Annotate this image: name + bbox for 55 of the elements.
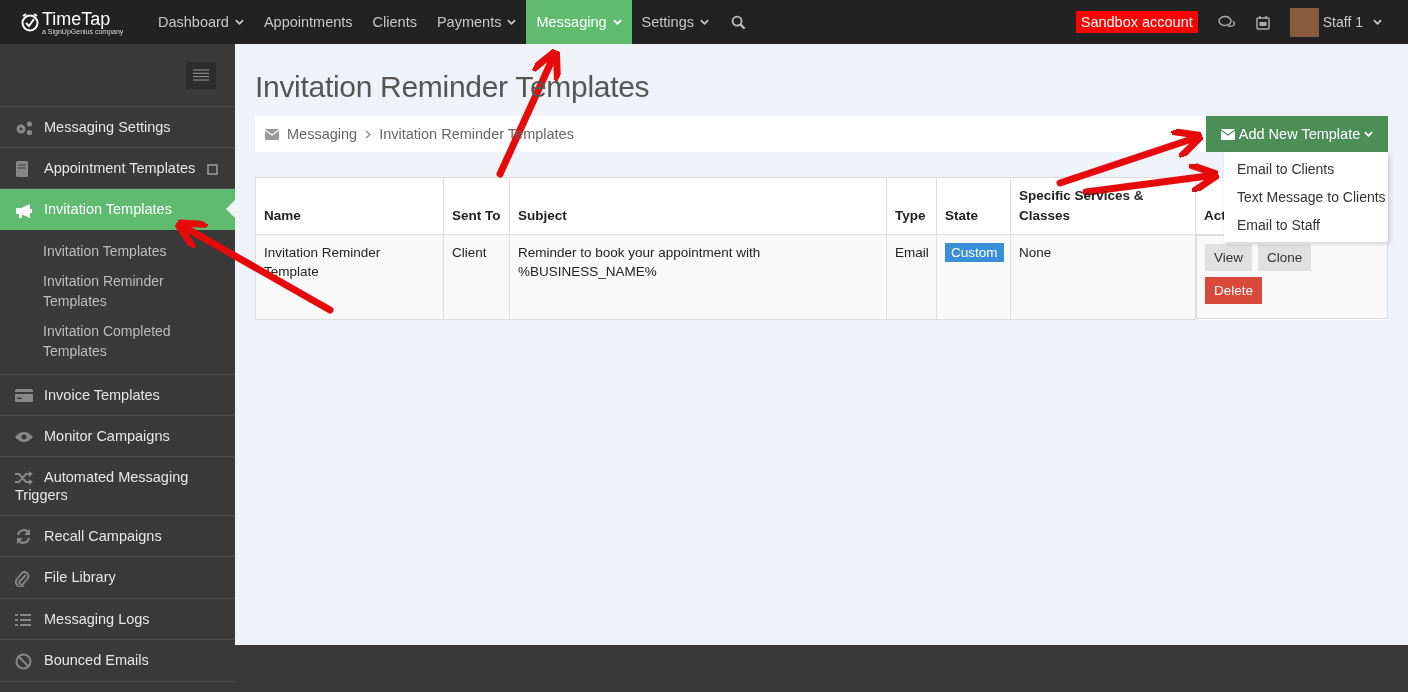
column-header: Sent To <box>443 177 510 235</box>
menu-item[interactable]: Email to Clients <box>1224 155 1388 183</box>
sidebar-subitem[interactable]: Invitation Completed Templates <box>43 315 235 366</box>
table-cell: None <box>1010 234 1196 319</box>
state-badge: Custom <box>945 243 1004 262</box>
action-button[interactable]: Clone <box>1258 244 1312 271</box>
chevron-down-icon <box>1364 131 1374 137</box>
sidebar-item[interactable]: Invoice Templates <box>0 374 235 416</box>
nav-link[interactable]: Dashboard <box>148 0 254 44</box>
gears-icon <box>15 120 34 137</box>
stopwatch-icon <box>20 12 40 32</box>
action-button[interactable]: View <box>1205 244 1253 271</box>
nav-link[interactable]: Appointments <box>253 0 363 44</box>
paperclip-icon <box>15 569 30 587</box>
sidebar-subitem[interactable]: Invitation Templates <box>43 235 235 266</box>
card-icon <box>15 389 33 403</box>
refresh-icon <box>15 528 32 546</box>
menu-item[interactable]: Email to Staff <box>1224 211 1388 239</box>
eye-icon <box>15 430 33 443</box>
chat-icon[interactable] <box>1217 14 1236 30</box>
column-header: Subject <box>509 177 887 235</box>
sandbox-badge: Sandbox account <box>1075 11 1198 33</box>
table-cell: Email <box>886 234 937 319</box>
hamburger-icon <box>193 69 209 81</box>
action-button[interactable]: Delete <box>1205 277 1263 304</box>
book-icon <box>15 161 29 178</box>
sidebar-subitem[interactable]: Invitation Reminder Templates <box>43 265 235 316</box>
nav-link[interactable]: Clients <box>362 0 427 44</box>
calendar-icon[interactable] <box>1255 14 1270 30</box>
column-header: Specific Services & Classes <box>1010 177 1196 235</box>
envelope-icon <box>1220 128 1235 140</box>
search-icon[interactable] <box>730 14 746 30</box>
add-template-button[interactable]: Add New Template <box>1206 116 1388 152</box>
column-header: State <box>936 177 1011 235</box>
shuffle-icon <box>15 470 33 485</box>
envelope-icon <box>265 128 279 140</box>
avatar-photo-placeholder <box>1289 7 1319 37</box>
chevron-right-icon <box>365 129 372 139</box>
table-cell: Invitation Reminder Template <box>255 234 444 319</box>
square-icon <box>207 163 219 175</box>
nav-link[interactable]: Settings <box>631 0 719 44</box>
ban-icon <box>15 652 32 670</box>
user-menu[interactable]: Staff 1 <box>1322 14 1382 30</box>
column-header: Type <box>886 177 937 235</box>
table-cell: Reminder to book your appointment with %BUSINESS_NAME% <box>509 234 887 319</box>
menu-button[interactable] <box>186 61 216 89</box>
breadcrumb-link[interactable]: Messaging <box>287 126 358 142</box>
menu-item[interactable]: Text Message to Clients <box>1224 183 1388 211</box>
nav-link[interactable]: Payments <box>426 0 527 44</box>
table-cell: Client <box>443 234 510 319</box>
megaphone-icon <box>15 202 33 219</box>
logo-text: TimeTap <box>42 9 112 28</box>
chevron-down-icon <box>1373 19 1382 25</box>
list-icon <box>15 613 31 628</box>
column-header: Name <box>255 177 444 235</box>
